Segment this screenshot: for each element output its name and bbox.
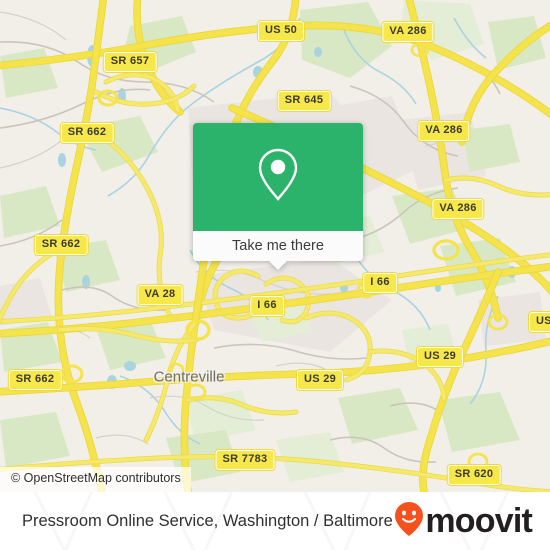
road-shield: US — [528, 311, 550, 333]
location-popup-card[interactable]: Take me there — [193, 123, 363, 270]
place-label: Centreville — [153, 368, 225, 386]
map-attribution[interactable]: © OpenStreetMap contributors — [0, 467, 191, 492]
road-shield: VA 28 — [136, 284, 184, 306]
popup-header — [193, 123, 363, 231]
road-shield: SR 645 — [276, 90, 332, 112]
moovit-brand[interactable]: moovit — [394, 501, 533, 542]
map-pin-icon — [255, 146, 301, 209]
road-shield: SR 657 — [102, 51, 158, 73]
road-shield: SR 7783 — [214, 449, 276, 471]
moovit-smiley-pin-icon — [394, 501, 424, 542]
road-shield: VA 286 — [417, 120, 471, 142]
popup-tail — [269, 261, 287, 270]
road-shield: I 66 — [249, 295, 285, 317]
road-shield: VA 286 — [431, 198, 485, 220]
road-shield: SR 662 — [59, 122, 115, 144]
footer-bar: Pressroom Online Service, Washington / B… — [0, 492, 550, 550]
take-me-there-button[interactable]: Take me there — [232, 239, 324, 254]
popup-footer[interactable]: Take me there — [193, 231, 363, 270]
road-shield: SR 620 — [446, 464, 502, 486]
moovit-wordmark: moovit — [425, 502, 532, 540]
road-shield: US 29 — [295, 369, 345, 391]
footer-content: Pressroom Online Service, Washington / B… — [0, 492, 550, 550]
map-viewport[interactable]: .park { fill:#D9E8C4; } .park2 { fill:#E… — [0, 0, 550, 492]
moovit-map-screen: .park { fill:#D9E8C4; } .park2 { fill:#E… — [0, 0, 550, 550]
road-shield: SR 662 — [7, 369, 63, 391]
road-shield: SR 662 — [33, 234, 89, 256]
page-title: Pressroom Online Service, Washington / B… — [22, 511, 393, 530]
road-shield: US 29 — [415, 346, 465, 368]
road-shield: I 66 — [362, 272, 398, 294]
road-shield: US 50 — [256, 20, 306, 42]
road-shield: VA 286 — [381, 21, 435, 43]
